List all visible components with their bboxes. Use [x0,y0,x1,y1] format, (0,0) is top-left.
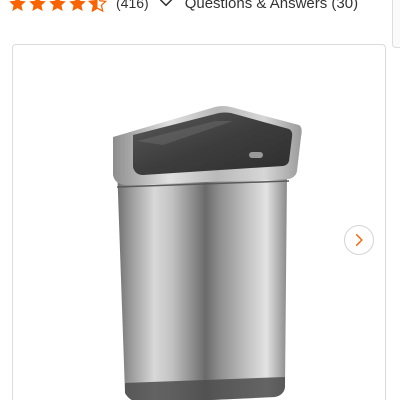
product-image-frame [12,44,386,400]
star-full-icon [29,0,46,11]
side-panel-edge [392,0,400,48]
rating-row: (416) Questions & Answers (30) [8,0,358,15]
star-full-icon [69,0,86,11]
questions-answers-link[interactable]: Questions & Answers (30) [185,0,358,12]
review-count[interactable]: (416) [116,0,149,11]
carousel-next-button[interactable] [344,225,374,255]
star-half-icon [88,0,107,12]
star-rating[interactable] [8,0,108,13]
chevron-right-icon [355,233,363,247]
star-full-icon [49,0,66,11]
star-full-icon [9,0,26,11]
trash-can-image[interactable] [103,95,303,400]
chevron-down-icon[interactable] [159,0,173,10]
product-page: (416) Questions & Answers (30) [0,0,400,400]
